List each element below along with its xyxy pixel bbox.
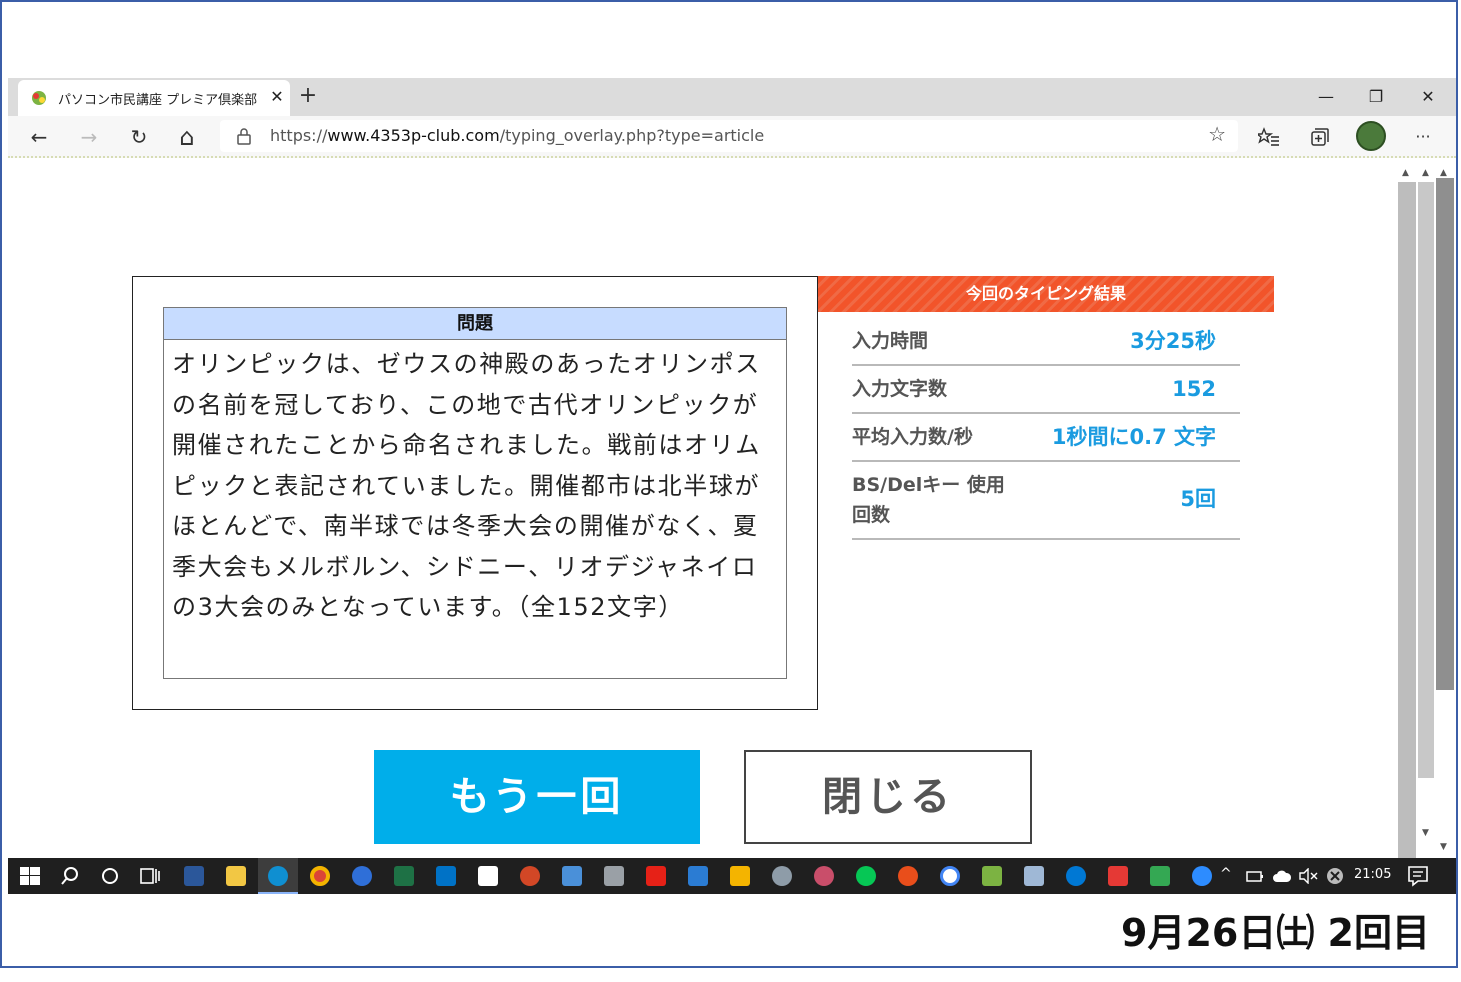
word-icon[interactable]: [184, 866, 204, 886]
google-icon[interactable]: [940, 866, 960, 886]
result-label: 入力文字数: [852, 378, 948, 400]
scroll-track[interactable]: [1398, 182, 1416, 858]
amazon-icon[interactable]: [478, 866, 498, 886]
powerpoint-icon[interactable]: [520, 866, 540, 886]
result-label: 入力時間: [852, 330, 929, 352]
app-icon[interactable]: [814, 866, 834, 886]
network-disconnected-icon[interactable]: [1326, 867, 1344, 885]
outlook-icon[interactable]: [436, 866, 456, 886]
tab-bar: パソコン市民講座 プレミア倶楽部 - タイ ✕ + — ❐ ✕: [8, 78, 1456, 116]
scroll-track[interactable]: [1418, 182, 1434, 778]
zoom-icon[interactable]: [1192, 866, 1212, 886]
new-tab-button[interactable]: +: [292, 82, 324, 112]
app-icon[interactable]: [730, 866, 750, 886]
windows-start-icon[interactable]: [20, 867, 40, 885]
result-value: 152: [1172, 377, 1216, 401]
favorites-list-icon[interactable]: [1258, 127, 1280, 147]
file-explorer-icon[interactable]: [226, 866, 246, 886]
youtube-icon[interactable]: [646, 866, 666, 886]
volume-muted-icon[interactable]: [1298, 868, 1318, 884]
chrome-icon[interactable]: [310, 866, 330, 886]
result-label: BS/Delキー 使用回数: [852, 474, 1005, 526]
onedrive-icon[interactable]: [1066, 866, 1086, 886]
cortana-icon[interactable]: [100, 866, 120, 886]
more-options-button[interactable]: ···: [1406, 122, 1440, 152]
restore-button[interactable]: ❐: [1356, 82, 1396, 112]
minimize-button[interactable]: —: [1306, 82, 1346, 112]
browser-tab[interactable]: パソコン市民講座 プレミア倶楽部 - タイ ✕: [18, 80, 290, 116]
forward-button[interactable]: →: [72, 122, 106, 152]
refresh-button[interactable]: ↻: [122, 122, 156, 152]
edge-icon[interactable]: [268, 866, 288, 886]
result-header: 今回のタイピング結果: [818, 276, 1274, 312]
question-panel: 問題 オリンピックは、ゼウスの神殿のあったオリンポスの名前を冠しており、この地で…: [163, 307, 787, 679]
app-icon[interactable]: [898, 866, 918, 886]
address-bar[interactable]: https://www.4353p-club.com/typing_overla…: [220, 120, 1238, 152]
result-value: 3分25秒: [1130, 329, 1216, 353]
typing-result-dialog: 問題 オリンピックは、ゼウスの神殿のあったオリンポスの名前を冠しており、この地で…: [132, 276, 1274, 710]
browser-toolbar: ← → ↻ ⌂ https://www.4353p-club.com/typin…: [8, 116, 1456, 158]
scroll-up-icon[interactable]: ▲: [1440, 168, 1447, 178]
result-box: 今回のタイピング結果 入力時間 3分25秒 入力文字数 152 平均入力数/秒 …: [818, 276, 1274, 710]
windows-taskbar: ^ 21:05: [8, 858, 1456, 894]
result-value: 5回: [1180, 487, 1216, 511]
play-store-icon[interactable]: [1150, 866, 1170, 886]
question-text: オリンピックは、ゼウスの神殿のあったオリンポスの名前を冠しており、この地で古代オ…: [172, 350, 761, 621]
scroll-thumb[interactable]: [1436, 178, 1454, 690]
favorite-star-icon[interactable]: ☆: [1208, 122, 1226, 146]
taskbar-clock[interactable]: 21:05: [1354, 867, 1391, 882]
line-icon[interactable]: [856, 866, 876, 886]
task-view-icon[interactable]: [140, 866, 160, 886]
collections-icon[interactable]: [1310, 127, 1330, 147]
question-box: 問題 オリンピックは、ゼウスの神殿のあったオリンポスの名前を冠しており、この地で…: [132, 276, 818, 710]
excel-icon[interactable]: [394, 866, 414, 886]
page-content: 問題 オリンピックは、ゼウスの神殿のあったオリンポスの名前を冠しており、この地で…: [8, 160, 1398, 858]
profile-avatar[interactable]: [1356, 121, 1386, 151]
battery-icon[interactable]: [1246, 868, 1264, 884]
people-icon[interactable]: [352, 866, 372, 886]
app-icon[interactable]: [562, 866, 582, 886]
notification-icon[interactable]: [1406, 864, 1430, 888]
app-icon[interactable]: [772, 866, 792, 886]
tab-title: パソコン市民講座 プレミア倶楽部 - タイ: [58, 93, 258, 108]
scroll-up-icon[interactable]: ▲: [1402, 168, 1409, 178]
tray-expand-icon[interactable]: ^: [1220, 866, 1232, 882]
result-value: 1秒間に0.7 文字: [1051, 425, 1216, 449]
date-caption: 9月26日㈯ 2回目: [1121, 911, 1430, 955]
scroll-down-icon[interactable]: ▼: [1440, 842, 1447, 852]
lock-icon: [237, 128, 251, 145]
cloud-icon[interactable]: [1272, 869, 1292, 883]
url-path: /typing_overlay.php?type=article: [499, 126, 765, 145]
back-button[interactable]: ←: [22, 122, 56, 152]
question-header: 問題: [164, 308, 786, 340]
scroll-up-icon[interactable]: ▲: [1422, 168, 1429, 178]
close-button[interactable]: 閉じる: [744, 750, 1032, 844]
url-host: www.4353p-club.com: [327, 126, 500, 145]
home-button[interactable]: ⌂: [170, 122, 204, 152]
screenshot-frame: パソコン市民講座 プレミア倶楽部 - タイ ✕ + — ❐ ✕ ← → ↻ ⌂ …: [0, 0, 1458, 968]
pdf-icon[interactable]: [1108, 866, 1128, 886]
site-favicon-icon: [32, 91, 46, 105]
photos-icon[interactable]: [688, 866, 708, 886]
app-icon[interactable]: [982, 866, 1002, 886]
result-label: 平均入力数/秒: [852, 426, 973, 448]
mail-icon[interactable]: [1024, 866, 1044, 886]
result-row-average: 平均入力数/秒 1秒間に0.7 文字: [852, 414, 1240, 462]
result-row-backspace: BS/Delキー 使用回数 5回: [852, 462, 1240, 540]
search-icon[interactable]: [60, 866, 80, 886]
url-prefix: https://: [270, 126, 328, 145]
app-icon[interactable]: [604, 866, 624, 886]
url-text: https://www.4353p-club.com/typing_overla…: [270, 126, 764, 145]
page-scrollbar[interactable]: ▲ ▲ ▲ ▼ ▼: [1398, 168, 1456, 858]
scroll-down-icon[interactable]: ▼: [1422, 828, 1429, 838]
tab-close-icon[interactable]: ✕: [266, 84, 288, 110]
result-row-chars: 入力文字数 152: [852, 366, 1240, 414]
close-window-button[interactable]: ✕: [1408, 82, 1448, 112]
retry-button[interactable]: もう一回: [374, 750, 700, 844]
result-row-time: 入力時間 3分25秒: [852, 324, 1240, 366]
